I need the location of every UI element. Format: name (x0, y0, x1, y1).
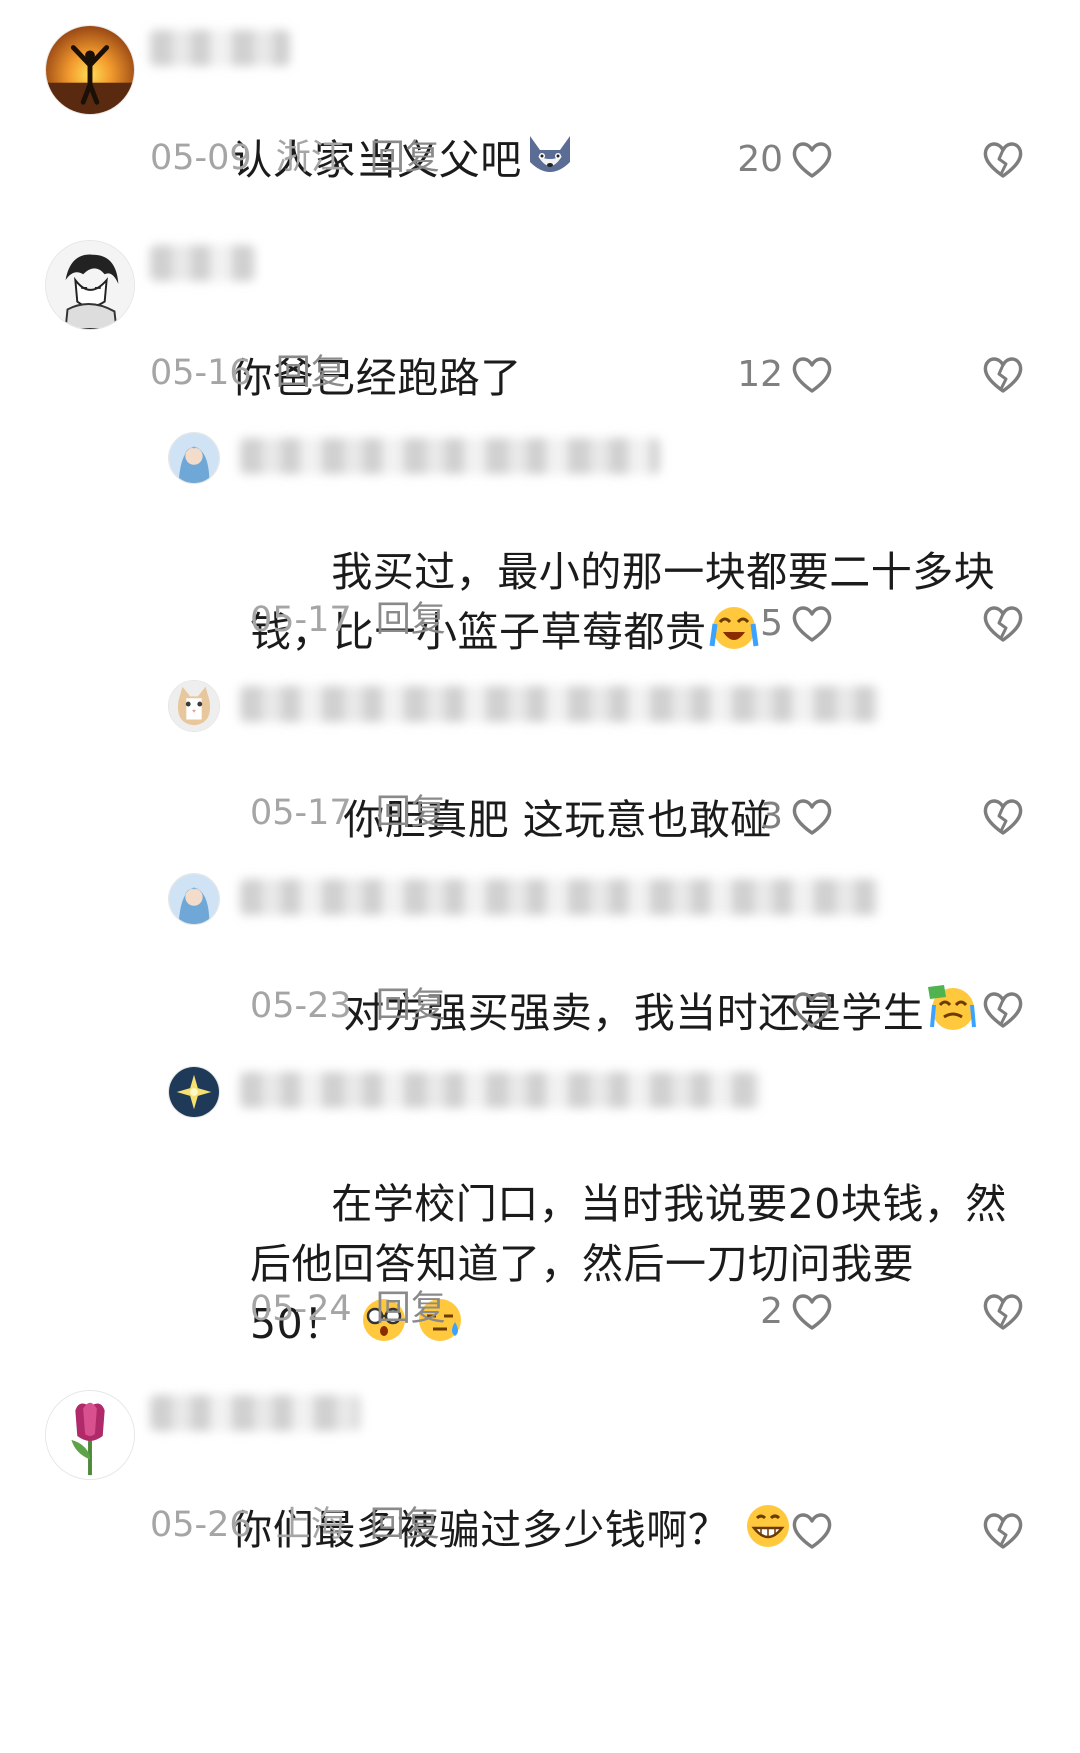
like-button[interactable]: 20 (737, 137, 833, 183)
dislike-icon[interactable] (982, 1292, 1024, 1332)
comment-date: 05-17 (250, 793, 352, 833)
reply-button[interactable]: 回复 (376, 600, 446, 640)
heart-icon (792, 799, 832, 835)
like-count: 20 (737, 139, 783, 180)
crying-with-money-emoji (926, 983, 978, 1049)
comment-location: 上海 (275, 1505, 346, 1545)
username[interactable] (240, 1072, 760, 1108)
comment-date: 05-17 (250, 600, 352, 640)
comment-meta: 05-09 浙江 回复 (150, 135, 440, 181)
comment-meta: 05-23 回复 (250, 983, 446, 1029)
username[interactable] (240, 879, 880, 915)
loud-crying-emoji (709, 604, 759, 668)
reply-button[interactable]: 回复 (370, 1505, 440, 1545)
comment-date: 05-16 (150, 353, 252, 393)
like-button[interactable] (783, 1508, 833, 1554)
reply-button[interactable]: 回复 (376, 1289, 446, 1329)
dislike-icon[interactable] (982, 797, 1024, 837)
comment-date: 05-09 (150, 138, 252, 178)
comment-date: 05-23 (250, 986, 352, 1026)
comment-meta: 05-17 回复 (250, 790, 446, 836)
comment-thread: 认人家当义父吧 05-09浙江回复 20 你爸已经跑路了 05-16回复 (0, 0, 1080, 1753)
avatar[interactable] (168, 1066, 220, 1118)
reply-button[interactable]: 回复 (276, 353, 346, 393)
comment-meta: 05-16 回复 (150, 350, 346, 396)
like-button[interactable]: 5 (760, 601, 833, 647)
like-button[interactable]: 2 (760, 1289, 833, 1335)
avatar[interactable] (168, 432, 220, 484)
avatar[interactable] (168, 680, 220, 732)
dislike-icon[interactable] (982, 604, 1024, 644)
dislike-icon[interactable] (982, 140, 1024, 180)
username[interactable] (150, 245, 255, 281)
reply-button[interactable]: 回复 (370, 138, 440, 178)
like-count: 2 (760, 1291, 783, 1332)
like-count: 5 (760, 603, 783, 644)
reply-button[interactable]: 回复 (376, 793, 446, 833)
comment-meta: 05-17 回复 (250, 597, 446, 643)
reply-button[interactable]: 回复 (376, 986, 446, 1026)
avatar[interactable] (45, 1390, 135, 1480)
username[interactable] (240, 686, 880, 722)
username[interactable] (150, 30, 290, 66)
avatar[interactable] (45, 25, 135, 115)
comment-text: 在学校门口，当时我说要20块钱，然 后他回答知道了，然后一刀切问我要 50！ (250, 1114, 1007, 1420)
like-count: 12 (737, 354, 783, 395)
avatar[interactable] (45, 240, 135, 330)
username[interactable] (240, 438, 660, 474)
wolf-doge-emoji (524, 132, 576, 196)
heart-icon (792, 1294, 832, 1330)
dislike-icon[interactable] (982, 990, 1024, 1030)
dislike-icon[interactable] (982, 355, 1024, 395)
heart-icon (792, 142, 832, 178)
like-button[interactable]: 3 (760, 794, 833, 840)
comment-location: 浙江 (275, 138, 346, 178)
dislike-icon[interactable] (982, 1511, 1024, 1551)
heart-icon (792, 606, 832, 642)
like-button[interactable]: 12 (737, 352, 833, 398)
like-button[interactable] (783, 987, 833, 1033)
heart-icon (792, 357, 832, 393)
like-count: 3 (760, 796, 783, 837)
comment-date: 05-26 (150, 1505, 252, 1545)
comment-meta: 05-26 上海 回复 (150, 1502, 440, 1548)
heart-icon (792, 992, 832, 1028)
comment-meta: 05-24 回复 (250, 1286, 446, 1332)
heart-icon (792, 1513, 832, 1549)
comment-date: 05-24 (250, 1289, 352, 1329)
avatar[interactable] (168, 873, 220, 925)
username[interactable] (150, 1395, 360, 1431)
